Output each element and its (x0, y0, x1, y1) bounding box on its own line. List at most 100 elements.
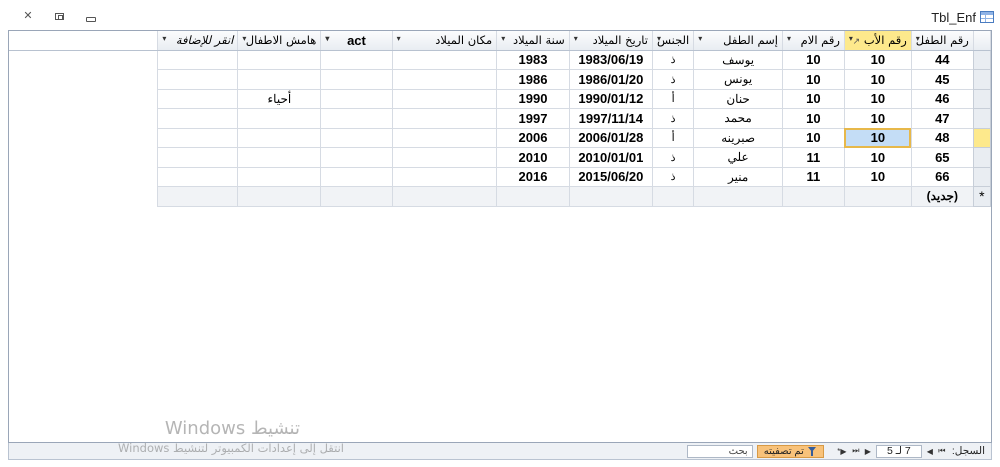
chevron-down-icon[interactable]: ▾ (162, 34, 166, 43)
column-header-sex[interactable]: الجنس ▾ (651, 31, 695, 51)
tab-tbl-enf[interactable]: Tbl_Enf (931, 8, 994, 26)
cell-act[interactable] (320, 128, 393, 148)
cell-children-note[interactable] (237, 50, 322, 70)
chevron-down-icon[interactable]: ▾ (698, 34, 702, 43)
cell-father-id[interactable]: 10 (843, 108, 912, 129)
cell-children-note[interactable] (237, 167, 322, 187)
record-selector[interactable] (972, 50, 991, 70)
cell-child-name[interactable]: حنان (693, 89, 783, 109)
filter-toggle-button[interactable]: تم تصفيته (756, 444, 824, 458)
column-header-birth-place[interactable]: مكان الميلاد ▾ (391, 31, 498, 51)
cell-child-id[interactable]: 44 (910, 50, 974, 70)
cell-mother-id[interactable]: 10 (781, 108, 845, 129)
last-record-icon[interactable]: ⏭ (850, 445, 862, 457)
cell-mother-id[interactable]: 11 (781, 167, 845, 187)
cell-birth-year[interactable]: 2010 (496, 147, 570, 168)
column-header-act[interactable]: act ▾ (320, 31, 393, 51)
cell-empty[interactable] (320, 186, 393, 207)
cell-child-name[interactable]: محمد (693, 108, 783, 129)
cell-children-note[interactable] (237, 108, 322, 129)
cell-father-id[interactable]: 10 (843, 69, 912, 90)
cell-sex[interactable]: ذ (651, 50, 695, 70)
cell-sex[interactable]: ذ (651, 147, 695, 168)
cell-child-id[interactable]: 47 (910, 108, 974, 129)
record-selector[interactable] (972, 69, 991, 90)
search-input[interactable]: بحث (686, 444, 753, 458)
column-header-child-name[interactable]: إسم الطفل ▾ (693, 31, 783, 51)
cell-father-id-focused[interactable]: 10 (843, 128, 912, 148)
cell-act[interactable] (320, 167, 393, 187)
cell-empty[interactable] (391, 186, 498, 207)
cell-birth-date[interactable]: 2006/01/28 (568, 128, 654, 148)
cell-empty[interactable] (651, 186, 695, 207)
cell-birth-date[interactable]: 1986/01/20 (568, 69, 654, 90)
cell-children-note[interactable]: أحياء (237, 89, 322, 109)
cell-birth-place[interactable] (391, 108, 498, 129)
cell-act[interactable] (320, 69, 393, 90)
cell-birth-date[interactable]: 2015/06/20 (568, 167, 654, 187)
cell-birth-year[interactable]: 1986 (496, 69, 570, 90)
cell-birth-place[interactable] (391, 167, 498, 187)
cell-child-id[interactable]: 66 (910, 167, 974, 187)
cell-birth-place[interactable] (391, 69, 498, 90)
cell-child-id[interactable]: 65 (910, 147, 974, 168)
record-selector[interactable] (972, 147, 991, 168)
close-icon[interactable]: ✕ (21, 9, 35, 23)
cell-birth-place[interactable] (391, 128, 498, 148)
chevron-down-icon[interactable]: ▾ (397, 34, 401, 43)
new-record-label[interactable]: (جديد) (910, 186, 974, 207)
cell-child-name[interactable]: يوسف (693, 50, 783, 70)
cell-add-column[interactable] (157, 89, 239, 109)
column-header-birth-date[interactable]: تاريخ الميلاد ▾ (568, 31, 654, 51)
cell-children-note[interactable] (237, 147, 322, 168)
column-header-children-note[interactable]: هامش الاطفال ▾ (237, 31, 322, 51)
cell-act[interactable] (320, 147, 393, 168)
cell-birth-year[interactable]: 1990 (496, 89, 570, 109)
cell-birth-year[interactable]: 1983 (496, 50, 570, 70)
cell-sex[interactable]: ذ (651, 69, 695, 90)
column-header-click-to-add[interactable]: انقر للإضافة ▾ (157, 31, 239, 51)
cell-empty[interactable] (157, 186, 239, 207)
record-selector[interactable] (972, 89, 991, 109)
cell-birth-date[interactable]: 1997/11/14 (568, 108, 654, 129)
cell-empty[interactable] (781, 186, 845, 207)
cell-empty[interactable] (496, 186, 570, 207)
chevron-down-icon[interactable]: ▾ (657, 34, 661, 43)
cell-mother-id[interactable]: 10 (781, 128, 845, 148)
record-selector[interactable] (972, 128, 991, 148)
cell-children-note[interactable] (237, 69, 322, 90)
cell-birth-date[interactable]: 1983/06/19 (568, 50, 654, 70)
cell-child-name[interactable]: علي (693, 147, 783, 168)
chevron-down-icon[interactable]: ▾ (787, 34, 791, 43)
cell-father-id[interactable]: 10 (843, 89, 912, 109)
chevron-down-icon[interactable]: ▾ (574, 34, 578, 43)
cell-add-column[interactable] (157, 167, 239, 187)
restore-window-icon[interactable] (52, 9, 66, 23)
cell-child-name[interactable]: منير (693, 167, 783, 187)
cell-child-id[interactable]: 45 (910, 69, 974, 90)
column-header-child-id[interactable]: رقم الطفل ▾ (910, 31, 974, 51)
cell-add-column[interactable] (157, 108, 239, 129)
cell-child-id[interactable]: 46 (910, 89, 974, 109)
cell-add-column[interactable] (157, 50, 239, 70)
cell-add-column[interactable] (157, 147, 239, 168)
cell-mother-id[interactable]: 11 (781, 147, 845, 168)
cell-act[interactable] (320, 50, 393, 70)
next-record-icon[interactable]: ▶ (862, 445, 874, 457)
chevron-down-icon[interactable]: ▾ (916, 34, 920, 43)
cell-birth-date[interactable]: 1990/01/12 (568, 89, 654, 109)
chevron-down-icon[interactable]: ▾ (849, 34, 853, 43)
cell-sex[interactable]: ذ (651, 108, 695, 129)
cell-birth-date[interactable]: 2010/01/01 (568, 147, 654, 168)
cell-birth-year[interactable]: 2016 (496, 167, 570, 187)
first-record-icon[interactable]: ⏮ (936, 445, 948, 457)
cell-sex[interactable]: أ (651, 89, 695, 109)
cell-father-id[interactable]: 10 (843, 147, 912, 168)
cell-empty[interactable] (693, 186, 783, 207)
record-selector[interactable] (972, 108, 991, 129)
cell-birth-year[interactable]: 2006 (496, 128, 570, 148)
cell-sex[interactable]: ذ (651, 167, 695, 187)
chevron-down-icon[interactable]: ▾ (325, 34, 329, 43)
cell-birth-year[interactable]: 1997 (496, 108, 570, 129)
previous-record-icon[interactable]: ◀ (924, 445, 936, 457)
